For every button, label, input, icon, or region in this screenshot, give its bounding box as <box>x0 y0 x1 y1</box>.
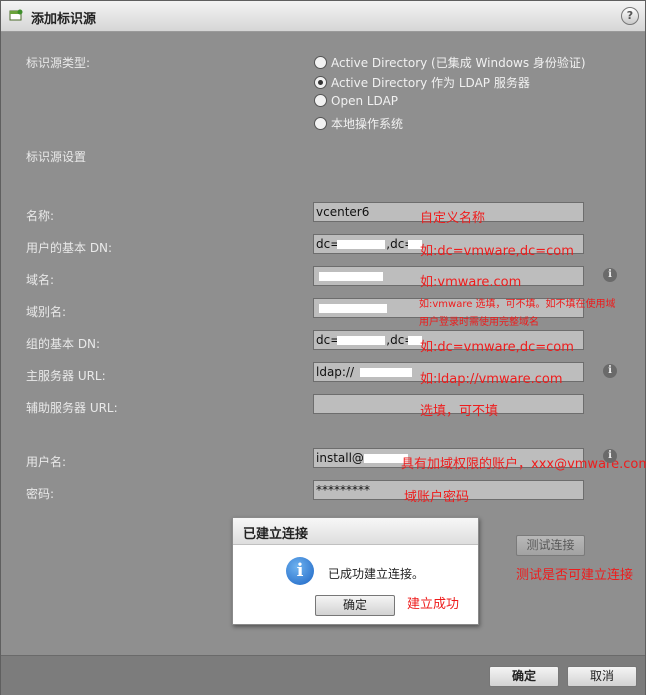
username-label: 用户名: <box>26 455 67 469</box>
redaction-mask <box>337 336 385 345</box>
radio-label: Active Directory (已集成 Windows 身份验证) <box>331 56 586 70</box>
title-bar: 添加标识源 ? <box>1 1 645 32</box>
info-icon: i <box>286 557 314 585</box>
radio-ad-ldap[interactable]: Active Directory 作为 LDAP 服务器 <box>314 74 530 90</box>
radio-label: Open LDAP <box>331 94 399 108</box>
redaction-mask <box>360 368 412 377</box>
username-info-icon[interactable]: i <box>603 449 617 463</box>
domain-alias-label: 域别名: <box>26 305 67 319</box>
radio-open-ldap[interactable]: Open LDAP <box>314 94 398 110</box>
password-note: 域账户密码 <box>404 490 470 505</box>
test-connection-note: 测试是否可建立连接 <box>516 568 634 583</box>
name-value: vcenter6 <box>316 205 370 219</box>
dialog-message: 已成功建立连接。 <box>328 567 425 581</box>
identity-source-icon <box>9 9 23 21</box>
primary-url-info-icon[interactable]: i <box>603 364 617 378</box>
radio-button[interactable] <box>314 117 327 130</box>
name-label: 名称: <box>26 209 55 223</box>
primary-server-url-label: 主服务器 URL: <box>26 369 106 383</box>
dialog-footer: 确定 取消 <box>1 655 645 695</box>
radio-label: Active Directory 作为 LDAP 服务器 <box>331 76 530 90</box>
dialog-title-bar: 已建立连接 <box>233 518 478 545</box>
base-dn-groups-note: 如:dc=vmware,dc=com <box>420 340 574 355</box>
domain-label: 域名: <box>26 273 55 287</box>
password-label: 密码: <box>26 487 55 501</box>
dialog-ok-button[interactable]: 确定 <box>315 595 395 616</box>
radio-button-selected[interactable] <box>314 76 327 89</box>
base-dn-users-note: 如:dc=vmware,dc=com <box>420 244 574 259</box>
add-identity-source-window: 添加标识源 ? 标识源类型: Active Directory (已集成 Win… <box>0 0 646 695</box>
ok-button[interactable]: 确定 <box>489 666 559 687</box>
username-value: install@ <box>316 451 364 465</box>
primary-server-url-note: 如:ldap://vmware.com <box>420 372 563 387</box>
primary-url-value: ldap:// <box>316 365 355 379</box>
radio-label: 本地操作系统 <box>331 117 404 131</box>
dialog-success-note: 建立成功 <box>407 597 460 612</box>
domain-alias-note-line1: 如:vmware 选填，可不填。如不填在使用域 <box>419 299 616 310</box>
domain-alias-note-line2: 用户登录时需使用完整域名 <box>419 317 539 328</box>
radio-ad-integrated[interactable]: Active Directory (已集成 Windows 身份验证) <box>314 54 586 70</box>
base-dn-users-label: 用户的基本 DN: <box>26 241 113 255</box>
connection-established-dialog: 已建立连接 i 已成功建立连接。 确定 建立成功 <box>232 517 479 625</box>
dialog-title: 已建立连接 <box>243 527 309 542</box>
redaction-mask <box>319 304 387 313</box>
secondary-server-url-label: 辅助服务器 URL: <box>26 401 118 415</box>
base-dn-groups-label: 组的基本 DN: <box>26 337 101 351</box>
help-icon[interactable]: ? <box>621 7 639 25</box>
redaction-mask <box>337 240 385 249</box>
ok-label: 确定 <box>511 669 536 683</box>
test-connection-button[interactable]: 测试连接 <box>516 535 585 556</box>
name-note: 自定义名称 <box>420 211 486 226</box>
window-title: 添加标识源 <box>31 12 97 27</box>
redaction-mask <box>319 272 383 281</box>
radio-button[interactable] <box>314 56 327 69</box>
domain-note: 如:vmware.com <box>420 275 522 290</box>
password-value: ********* <box>316 483 370 497</box>
radio-local-os[interactable]: 本地操作系统 <box>314 115 403 131</box>
domain-info-icon[interactable]: i <box>603 268 617 282</box>
identity-source-type-label: 标识源类型: <box>26 56 91 70</box>
secondary-server-url-note: 选填，可不填 <box>420 404 499 419</box>
radio-button[interactable] <box>314 94 327 107</box>
identity-source-settings-label: 标识源设置 <box>26 150 87 164</box>
cancel-button[interactable]: 取消 <box>567 666 637 687</box>
